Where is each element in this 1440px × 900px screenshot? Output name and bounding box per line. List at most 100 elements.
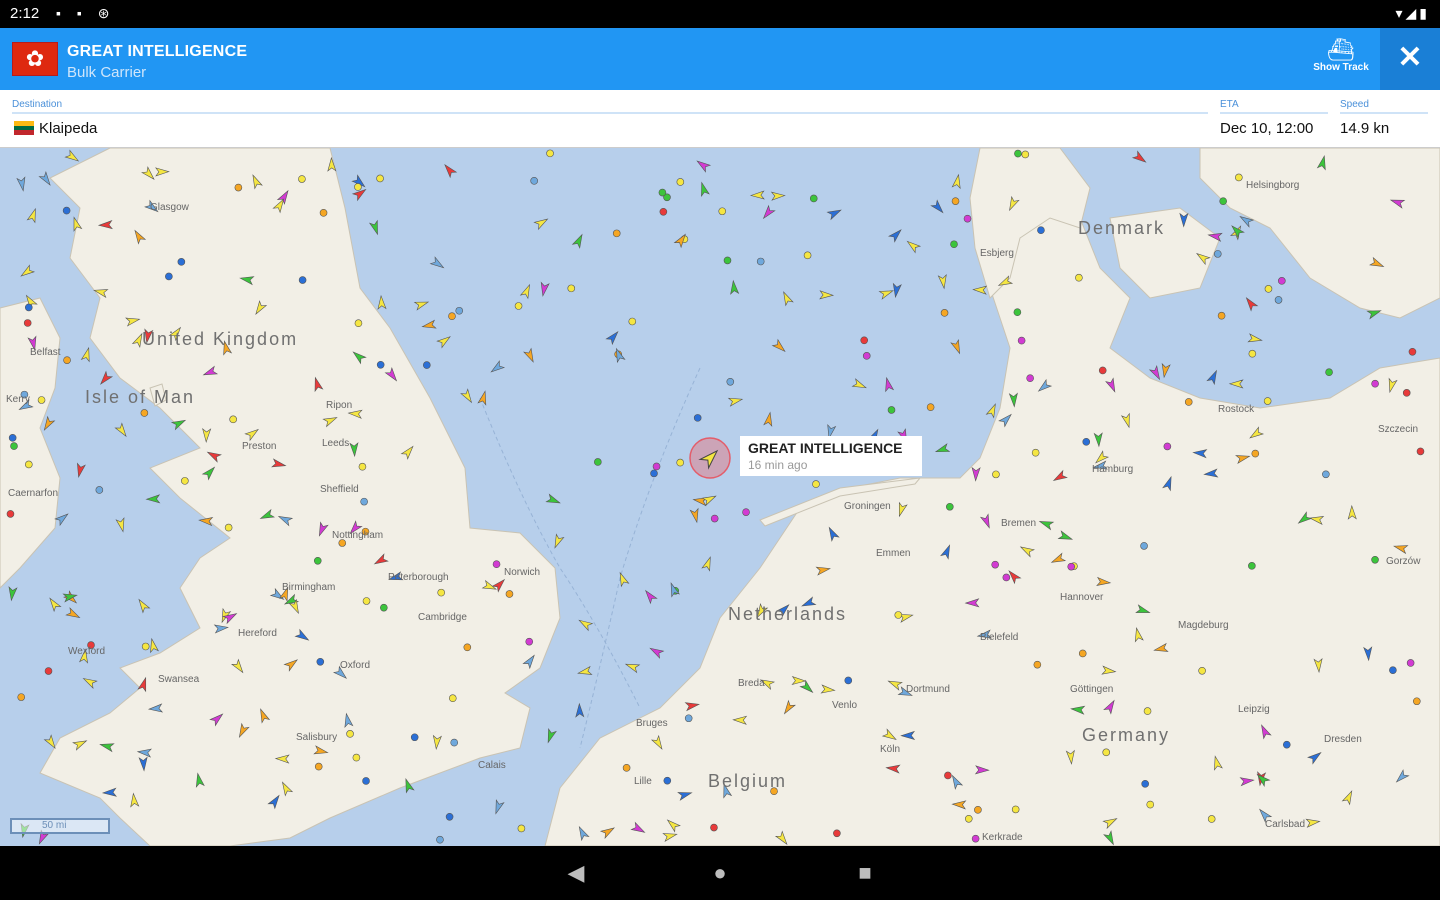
vessel-marker[interactable] <box>727 395 744 407</box>
vessel-marker[interactable] <box>44 667 53 675</box>
vessel-marker[interactable] <box>971 834 980 843</box>
vessel-marker[interactable] <box>974 806 982 814</box>
vessel-marker[interactable] <box>1219 197 1227 205</box>
vessel-marker[interactable] <box>148 637 160 654</box>
vessel-marker[interactable] <box>749 190 765 200</box>
vessel-marker[interactable] <box>136 597 151 614</box>
recents-button[interactable]: ■ <box>850 860 880 886</box>
vessel-marker[interactable] <box>362 777 370 785</box>
vessel-marker[interactable] <box>436 333 452 349</box>
vessel-marker[interactable] <box>1416 447 1425 456</box>
vessel-marker[interactable] <box>1037 226 1045 234</box>
vessel-marker[interactable] <box>54 511 70 527</box>
vessel-marker[interactable] <box>16 176 27 192</box>
vessel-marker[interactable] <box>539 281 550 297</box>
vessel-marker[interactable] <box>316 657 325 666</box>
vessel-marker[interactable] <box>1282 740 1291 749</box>
vessel-marker[interactable] <box>492 560 501 568</box>
vessel-marker[interactable] <box>519 283 534 300</box>
vessel-marker[interactable] <box>1235 173 1243 182</box>
vessel-marker[interactable] <box>346 730 354 738</box>
vessel-marker[interactable] <box>75 462 86 478</box>
vessel-marker[interactable] <box>887 406 896 414</box>
vessel-marker[interactable] <box>771 338 788 355</box>
vessel-marker[interactable] <box>362 597 371 605</box>
vessel-marker[interactable] <box>944 771 952 780</box>
vessel-marker[interactable] <box>1251 449 1260 458</box>
vessel-marker[interactable] <box>571 233 586 249</box>
vessel-marker[interactable] <box>410 733 419 742</box>
vessel-marker[interactable] <box>544 727 557 744</box>
vessel-marker[interactable] <box>530 177 538 185</box>
vessel-marker[interactable] <box>577 665 593 678</box>
vessel-marker[interactable] <box>64 149 80 164</box>
vessel-marker[interactable] <box>489 360 506 375</box>
vessel-marker[interactable] <box>819 290 835 300</box>
vessel-marker[interactable] <box>1014 149 1022 158</box>
vessel-marker[interactable] <box>460 388 475 404</box>
vessel-marker[interactable] <box>437 588 445 597</box>
vessel-marker[interactable] <box>354 319 363 328</box>
vessel-marker[interactable] <box>319 209 328 217</box>
vessel-marker[interactable] <box>1017 336 1026 345</box>
vessel-marker[interactable] <box>1247 333 1263 344</box>
vessel-marker[interactable] <box>992 470 1000 479</box>
vessel-marker[interactable] <box>940 309 949 317</box>
vessel-marker[interactable] <box>24 460 33 469</box>
vessel-marker[interactable] <box>47 596 62 613</box>
vessel-marker[interactable] <box>878 287 894 300</box>
vessel-marker[interactable] <box>1078 649 1087 658</box>
vessel-marker[interactable] <box>421 319 437 330</box>
vessel-marker[interactable] <box>930 199 946 215</box>
vessel-marker[interactable] <box>905 238 922 254</box>
vessel-marker[interactable] <box>844 676 853 685</box>
vessel-marker[interactable] <box>62 206 71 215</box>
vessel-marker[interactable] <box>1140 542 1148 550</box>
vessel-marker[interactable] <box>477 390 489 406</box>
vessel-marker[interactable] <box>298 175 306 183</box>
vessel-marker[interactable] <box>141 642 150 651</box>
vessel-marker[interactable] <box>82 675 98 690</box>
vessel-marker[interactable] <box>756 257 765 266</box>
vessel-marker[interactable] <box>650 469 658 478</box>
vessel-marker[interactable] <box>1406 659 1415 667</box>
vessel-marker[interactable] <box>1067 562 1076 571</box>
vessel-marker[interactable] <box>376 360 385 369</box>
vessel-marker[interactable] <box>780 290 794 307</box>
vessel-marker[interactable] <box>951 197 960 205</box>
vessel-marker[interactable] <box>429 256 446 271</box>
vessel-marker[interactable] <box>710 514 719 523</box>
vessel-marker[interactable] <box>1206 369 1220 386</box>
vessel-marker[interactable] <box>177 258 186 266</box>
vessel-marker[interactable] <box>1013 308 1022 316</box>
vessel-marker[interactable] <box>763 411 774 427</box>
vessel-marker[interactable] <box>165 272 173 281</box>
vessel-marker[interactable] <box>567 284 576 293</box>
vessel-marker[interactable] <box>652 462 661 471</box>
vessel-marker[interactable] <box>360 497 368 506</box>
vessel-marker[interactable] <box>95 486 104 494</box>
vessel-marker[interactable] <box>181 477 189 485</box>
vessel-marker[interactable] <box>726 377 735 386</box>
vessel-marker[interactable] <box>1207 815 1216 823</box>
vessel-marker[interactable] <box>436 835 444 844</box>
vessel-marker[interactable] <box>851 378 867 391</box>
vessel-marker[interactable] <box>229 415 237 424</box>
vessel-marker[interactable] <box>934 443 951 456</box>
vessel-marker[interactable] <box>937 274 948 290</box>
vessel-marker[interactable] <box>98 370 114 387</box>
vessel-marker[interactable] <box>809 194 818 203</box>
selected-vessel-callout[interactable]: GREAT INTELLIGENCE 16 min ago <box>740 436 922 476</box>
vessel-marker[interactable] <box>1228 379 1244 389</box>
close-button[interactable]: ✕ <box>1380 28 1440 90</box>
vessel-marker[interactable] <box>1082 438 1091 446</box>
vessel-marker[interactable] <box>1031 448 1040 457</box>
vessel-marker[interactable] <box>926 403 935 411</box>
vessel-marker[interactable] <box>1026 374 1034 382</box>
vessel-marker[interactable] <box>1408 347 1417 356</box>
vessel-marker[interactable] <box>605 329 621 346</box>
vessel-marker[interactable] <box>115 517 127 533</box>
vessel-marker[interactable] <box>1389 666 1397 674</box>
vessel-marker[interactable] <box>950 338 963 355</box>
vessel-marker[interactable] <box>10 442 18 450</box>
